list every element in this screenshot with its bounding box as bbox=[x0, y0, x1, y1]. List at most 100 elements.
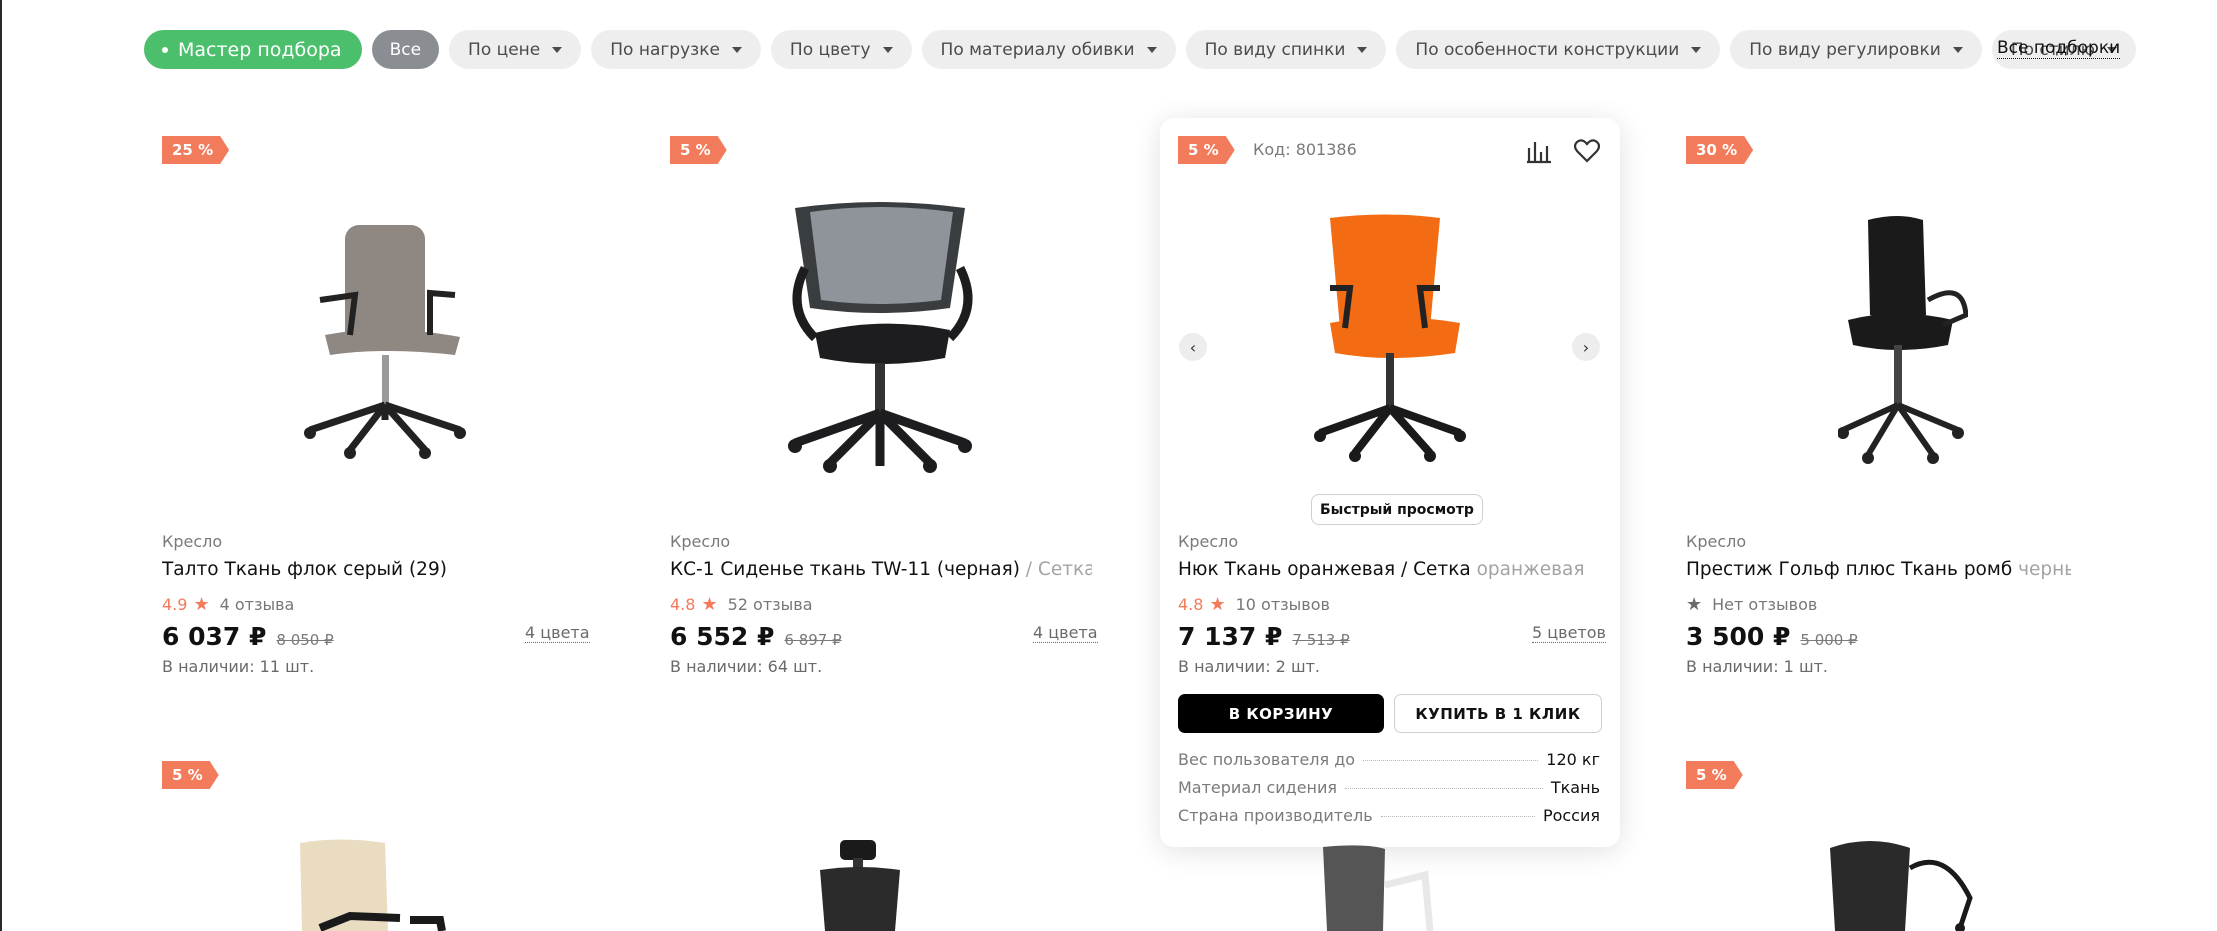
stock-status: В наличии: 1 шт. bbox=[1686, 657, 1828, 676]
filter-construction-dropdown[interactable]: По особенности конструкции bbox=[1396, 30, 1721, 69]
product-title-fade: / Сетка TW bbox=[1025, 559, 1092, 580]
master-filter-button[interactable]: Мастер подбора bbox=[144, 30, 362, 69]
product-rating: 4.8 ★ 52 отзыва bbox=[670, 594, 813, 615]
star-icon: ★ bbox=[193, 594, 210, 615]
product-rating: 4.9 ★ 4 отзыва bbox=[162, 594, 294, 615]
stock-status: В наличии: 64 шт. bbox=[670, 657, 823, 676]
reviews-count[interactable]: 10 отзывов bbox=[1236, 595, 1330, 614]
filter-price-dropdown[interactable]: По цене bbox=[449, 30, 582, 69]
current-price: 3 500 ₽ bbox=[1686, 622, 1791, 651]
all-collections-link[interactable]: Все подборки bbox=[1997, 38, 2121, 59]
spec-key: Вес пользователя до bbox=[1178, 750, 1356, 769]
filter-label: По нагрузке bbox=[610, 39, 720, 60]
discount-badge: 5 % bbox=[670, 136, 727, 164]
add-to-cart-button[interactable]: В КОРЗИНУ bbox=[1178, 694, 1384, 733]
rating-value: 4.8 bbox=[1178, 595, 1204, 614]
product-rating: ★ Нет отзывов bbox=[1686, 594, 1817, 615]
filter-label: По цене bbox=[468, 39, 541, 60]
product-title-fade: черный bbox=[2018, 559, 2071, 580]
heart-icon[interactable] bbox=[1572, 136, 1602, 166]
product-title[interactable]: КС-1 Сиденье ткань TW-11 (черная) / Сетк… bbox=[670, 559, 1092, 580]
product-title[interactable]: Нюк Ткань оранжевая / Сетка оранжевая bbox=[1178, 559, 1606, 580]
reviews-count: Нет отзывов bbox=[1712, 595, 1818, 614]
filter-label: По виду спинки bbox=[1204, 39, 1346, 60]
current-price: 7 137 ₽ bbox=[1178, 622, 1283, 651]
caret-down-icon bbox=[1146, 46, 1157, 53]
product-price: 6 037 ₽ 8 050 ₽ bbox=[162, 622, 334, 651]
discount-badge: 5 % bbox=[1178, 136, 1235, 164]
chevron-right-icon[interactable]: › bbox=[1572, 333, 1600, 361]
stock-status: В наличии: 2 шт. bbox=[1178, 657, 1320, 676]
star-icon: ★ bbox=[1209, 594, 1226, 615]
compare-icon[interactable] bbox=[1524, 136, 1554, 166]
current-price: 6 552 ₽ bbox=[670, 622, 775, 651]
colors-link[interactable]: 5 цветов bbox=[1532, 624, 1606, 643]
filter-label: По цвету bbox=[789, 39, 871, 60]
product-title-text: Нюк Ткань оранжевая / Сетка bbox=[1178, 559, 1477, 580]
spec-row: Материал сидения Ткань bbox=[1178, 778, 1600, 797]
filter-label: По особенности конструкции bbox=[1415, 39, 1680, 60]
filter-upholstery-dropdown[interactable]: По материалу обивки bbox=[921, 30, 1176, 69]
filter-all-label: Все bbox=[389, 39, 422, 60]
caret-down-icon bbox=[1691, 46, 1702, 53]
product-image[interactable] bbox=[1310, 213, 1470, 463]
reviews-count[interactable]: 52 отзыва bbox=[728, 595, 813, 614]
product-image[interactable] bbox=[290, 215, 480, 460]
product-rating: 4.8 ★ 10 отзывов bbox=[1178, 594, 1330, 615]
spec-key: Страна производитель bbox=[1178, 806, 1373, 825]
spec-value: Ткань bbox=[1550, 778, 1600, 797]
product-image[interactable] bbox=[815, 838, 935, 931]
product-title-text: Талто Ткань флок серый (29) bbox=[162, 559, 447, 580]
colors-link[interactable]: 4 цвета bbox=[1033, 624, 1098, 643]
spec-row: Вес пользователя до 120 кг bbox=[1178, 750, 1600, 769]
old-price: 6 897 ₽ bbox=[784, 631, 842, 649]
dot-icon bbox=[162, 46, 168, 53]
spec-row: Страна производитель Россия bbox=[1178, 806, 1600, 825]
product-title[interactable]: Престиж Гольф плюс Ткань ромб черный bbox=[1686, 559, 2071, 580]
product-code: Код: 801386 bbox=[1253, 140, 1357, 159]
product-image[interactable] bbox=[1825, 838, 1975, 931]
reviews-count[interactable]: 4 отзыва bbox=[220, 595, 295, 614]
filter-backrest-dropdown[interactable]: По виду спинки bbox=[1185, 30, 1387, 69]
product-title[interactable]: Талто Ткань флок серый (29) bbox=[162, 559, 602, 580]
current-price: 6 037 ₽ bbox=[162, 622, 267, 651]
caret-down-icon bbox=[731, 46, 742, 53]
master-filter-label: Мастер подбора bbox=[178, 38, 342, 61]
product-title-text: Престиж Гольф плюс Ткань ромб bbox=[1686, 559, 2019, 580]
filter-adjustment-dropdown[interactable]: По виду регулировки bbox=[1730, 30, 1982, 69]
product-image[interactable] bbox=[290, 838, 460, 931]
filter-all-button[interactable]: Все bbox=[371, 30, 440, 69]
old-price: 8 050 ₽ bbox=[276, 631, 334, 649]
discount-badge: 5 % bbox=[1686, 761, 1743, 789]
filter-color-dropdown[interactable]: По цвету bbox=[770, 30, 912, 69]
product-category: Кресло bbox=[670, 532, 731, 551]
product-image[interactable] bbox=[1315, 845, 1465, 931]
page-edge-rule bbox=[0, 0, 2, 931]
product-image[interactable] bbox=[1838, 215, 1968, 465]
old-price: 7 513 ₽ bbox=[1292, 631, 1350, 649]
product-category: Кресло bbox=[162, 532, 223, 551]
product-title-fade: оранжевая bbox=[1476, 559, 1585, 580]
filter-load-dropdown[interactable]: По нагрузке bbox=[591, 30, 761, 69]
caret-down-icon bbox=[882, 46, 893, 53]
star-icon: ★ bbox=[701, 594, 718, 615]
colors-link[interactable]: 4 цвета bbox=[525, 624, 590, 643]
spec-key: Материал сидения bbox=[1178, 778, 1338, 797]
caret-down-icon bbox=[1952, 46, 1963, 53]
product-price: 7 137 ₽ 7 513 ₽ bbox=[1178, 622, 1350, 651]
star-icon: ★ bbox=[1686, 594, 1703, 615]
discount-badge: 30 % bbox=[1686, 136, 1753, 164]
caret-down-icon bbox=[1357, 46, 1368, 53]
spec-value: 120 кг bbox=[1546, 750, 1600, 769]
quick-view-button[interactable]: Быстрый просмотр bbox=[1311, 494, 1483, 525]
product-price: 6 552 ₽ 6 897 ₽ bbox=[670, 622, 842, 651]
chevron-left-icon[interactable]: ‹ bbox=[1179, 333, 1207, 361]
discount-badge: 5 % bbox=[162, 761, 219, 789]
filter-label: По виду регулировки bbox=[1749, 39, 1941, 60]
rating-value: 4.8 bbox=[670, 595, 696, 614]
buy-one-click-button[interactable]: КУПИТЬ В 1 КЛИК bbox=[1394, 694, 1602, 733]
old-price: 5 000 ₽ bbox=[1800, 631, 1858, 649]
product-category: Кресло bbox=[1686, 532, 1747, 551]
filter-bar: Мастер подбора Все По цене По нагрузке П… bbox=[144, 30, 2146, 69]
product-image[interactable] bbox=[785, 198, 975, 473]
